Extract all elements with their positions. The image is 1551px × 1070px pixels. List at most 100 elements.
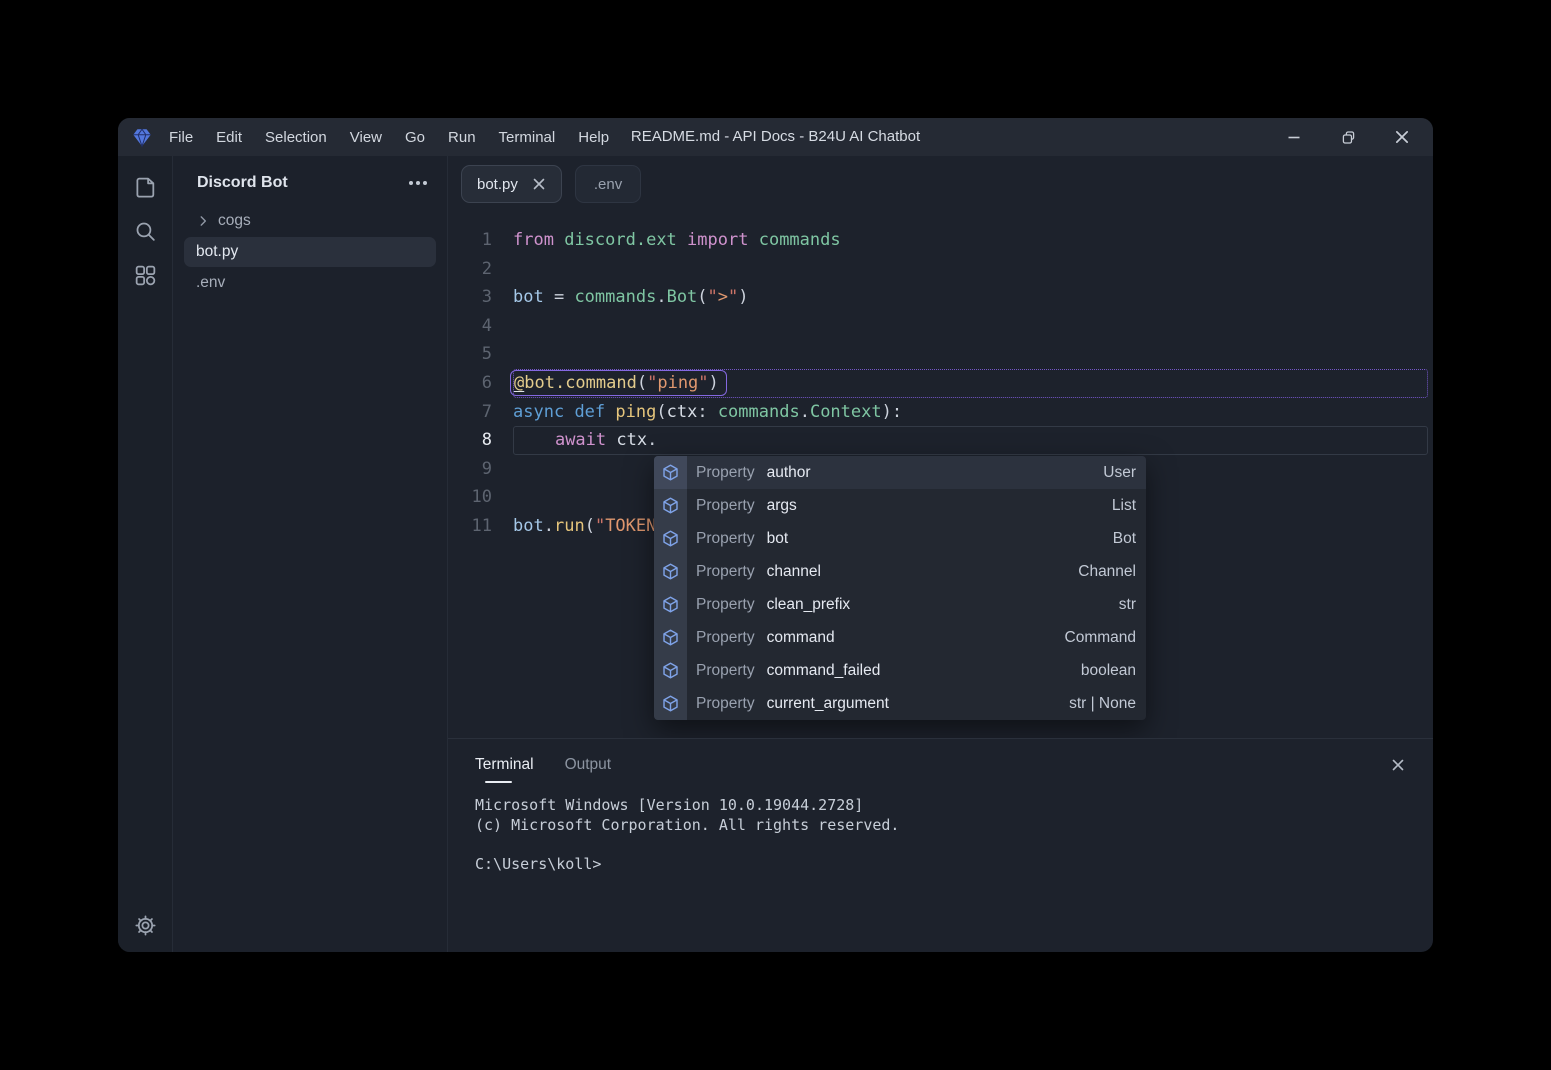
code-line-6[interactable]: 6 @bot.command("ping") — [448, 369, 1433, 398]
code-token — [514, 430, 555, 450]
editor-column: bot.py .env 1 from discord.ext import com… — [448, 156, 1433, 952]
chevron-right-icon — [196, 214, 210, 228]
code-line-7[interactable]: 7async def ping(ctx: commands.Context): — [448, 398, 1433, 427]
completion-name: args — [767, 497, 797, 515]
menu-item-selection[interactable]: Selection — [265, 129, 327, 146]
minimize-button[interactable] — [1279, 122, 1309, 152]
line-number: 10 — [448, 483, 492, 512]
files-icon[interactable] — [132, 174, 158, 200]
editor[interactable]: 1 from discord.ext import commands23bot =… — [448, 212, 1433, 738]
code-token: " — [708, 287, 718, 307]
code-token: ( — [585, 516, 595, 536]
completion-kind: Property — [696, 497, 755, 515]
code-token: ctx — [667, 402, 698, 422]
code-line-4[interactable]: 4 — [448, 312, 1433, 341]
code-token — [605, 402, 615, 422]
code-token: ( — [697, 287, 707, 307]
completion-name: command — [767, 629, 835, 647]
completion-type: str | None — [1069, 695, 1136, 713]
code-line-3[interactable]: 3bot = commands.Bot(">") — [448, 283, 1433, 312]
menu-item-terminal[interactable]: Terminal — [499, 129, 556, 146]
code-token: bot — [513, 287, 544, 307]
settings-gear-icon[interactable] — [132, 912, 158, 938]
line-number: 1 — [448, 226, 492, 255]
property-cube-icon — [654, 489, 687, 522]
menu-bar: File Edit Selection View Go Run Terminal Help — [169, 129, 609, 146]
code-token: commands — [718, 402, 800, 422]
property-cube-icon — [654, 456, 687, 489]
code-line-body — [513, 312, 1428, 341]
tab-bot.py[interactable]: bot.py — [461, 165, 562, 203]
code-token: bot — [513, 516, 544, 536]
editor-tabs: bot.py .env — [448, 156, 1433, 212]
terminal-panel: Terminal Output Microsoft Windows [Versi… — [448, 738, 1433, 952]
explorer-item-bot.py[interactable]: bot.py — [184, 237, 436, 267]
close-terminal-icon[interactable] — [1391, 758, 1405, 772]
code-line-body: from discord.ext import commands — [513, 226, 1428, 255]
completion-type: Channel — [1078, 563, 1136, 581]
code-line-8[interactable]: 8 await ctx. — [448, 426, 1433, 455]
search-icon[interactable] — [132, 218, 158, 244]
code-line-5[interactable]: 5 — [448, 340, 1433, 369]
property-cube-icon — [654, 522, 687, 555]
code-line-body: async def ping(ctx: commands.Context): — [513, 398, 1428, 427]
completion-item-author[interactable]: PropertyauthorUser — [654, 456, 1146, 489]
completion-kind: Property — [696, 596, 755, 614]
completion-item-args[interactable]: PropertyargsList — [654, 489, 1146, 522]
completion-item-clean_prefix[interactable]: Propertyclean_prefixstr — [654, 588, 1146, 621]
code-line-body — [513, 340, 1428, 369]
explorer-item-label: .env — [196, 274, 225, 292]
tab-label: bot.py — [477, 176, 518, 193]
menu-item-run[interactable]: Run — [448, 129, 476, 146]
completion-item-bot[interactable]: PropertybotBot — [654, 522, 1146, 555]
completion-kind: Property — [696, 464, 755, 482]
code-token: await — [555, 430, 606, 450]
decorator-snippet-box: @bot.command("ping") — [510, 370, 727, 396]
completion-kind: Property — [696, 530, 755, 548]
extensions-icon[interactable] — [132, 262, 158, 288]
code-token: @ — [514, 373, 524, 393]
code-line-2[interactable]: 2 — [448, 255, 1433, 284]
completion-item-current_argument[interactable]: Propertycurrent_argumentstr | None — [654, 687, 1146, 720]
main-area: Discord Bot cogsbot.py.env bot.py .env 1… — [118, 156, 1433, 952]
completion-name: bot — [767, 530, 789, 548]
close-tab-icon[interactable] — [532, 177, 546, 191]
line-number: 4 — [448, 312, 492, 341]
tab-output[interactable]: Output — [565, 756, 612, 774]
completion-item-channel[interactable]: PropertychannelChannel — [654, 555, 1146, 588]
code-token: . — [647, 430, 657, 450]
line-number: 5 — [448, 340, 492, 369]
completion-item-command[interactable]: PropertycommandCommand — [654, 621, 1146, 654]
code-token: . — [544, 516, 554, 536]
code-token: Bot — [667, 287, 698, 307]
code-token: " — [595, 516, 605, 536]
window-title: README.md - API Docs - B24U AI Chatbot — [631, 118, 920, 156]
tab-terminal[interactable]: Terminal — [475, 756, 534, 774]
tab-label: .env — [594, 176, 622, 193]
property-cube-icon — [654, 687, 687, 720]
code-token: " — [647, 373, 657, 393]
menu-item-edit[interactable]: Edit — [216, 129, 242, 146]
completion-type: User — [1103, 464, 1136, 482]
close-window-button[interactable] — [1387, 122, 1417, 152]
maximize-button[interactable] — [1333, 122, 1363, 152]
code-token: ( — [637, 373, 647, 393]
explorer-item-.env[interactable]: .env — [184, 268, 436, 298]
menu-item-go[interactable]: Go — [405, 129, 425, 146]
tab-.env[interactable]: .env — [575, 165, 641, 203]
terminal-header: Terminal Output — [475, 756, 1411, 774]
code-line-1[interactable]: 1 from discord.ext import commands — [448, 226, 1433, 255]
code-token: . — [656, 287, 666, 307]
ellipsis-icon[interactable] — [409, 181, 427, 185]
explorer-item-cogs[interactable]: cogs — [184, 206, 436, 236]
code-token — [748, 230, 758, 250]
completion-item-command_failed[interactable]: Propertycommand_failedboolean — [654, 654, 1146, 687]
line-number: 6 — [448, 369, 492, 398]
code-token: ping — [615, 402, 656, 422]
gem-logo-icon — [131, 126, 153, 148]
code-token: " — [728, 287, 738, 307]
menu-item-file[interactable]: File — [169, 129, 193, 146]
menu-item-view[interactable]: View — [350, 129, 382, 146]
menu-item-help[interactable]: Help — [578, 129, 609, 146]
terminal-line — [475, 835, 1411, 855]
